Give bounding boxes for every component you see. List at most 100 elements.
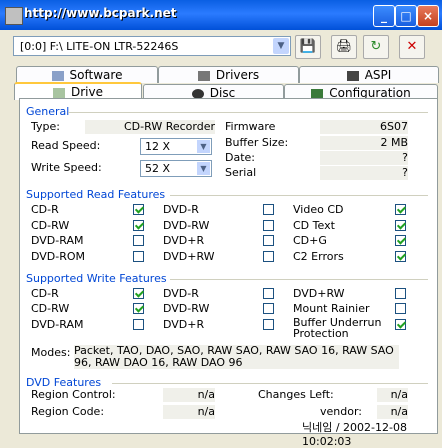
read-dvd-rom-label: DVD-ROM [31, 250, 86, 263]
printer-icon: 🖨 [335, 39, 353, 54]
write-mount-rainier-checkbox[interactable] [395, 303, 406, 314]
write-dvd-ram-checkbox[interactable] [133, 319, 144, 330]
write-mount-rainier-label: Mount Rainier [293, 302, 370, 315]
write-dvd-r-label: DVD-R [163, 287, 199, 300]
read-dvd-rw-checkbox[interactable] [263, 220, 274, 231]
print-button[interactable]: 🖨 [331, 35, 357, 59]
window-title: http://www.bcpark.net [24, 6, 177, 20]
title-bar: http://www.bcpark.net _ □ × [0, 0, 442, 30]
read-speed-select[interactable]: 12 X ▼ [140, 138, 212, 155]
read-video-cd-checkbox[interactable] [395, 204, 406, 215]
divider [170, 195, 428, 196]
write-buffer-underrun-label: Buffer Underrun Protection [293, 316, 382, 340]
maximize-button[interactable]: □ [395, 5, 417, 27]
close-button[interactable]: × [417, 5, 439, 27]
read-c2-errors-label: C2 Errors [293, 250, 344, 263]
vendor-label: vendor: [320, 405, 362, 418]
read-dvd-plus-rw-label: DVD+RW [163, 250, 215, 263]
exit-button[interactable]: ✕ [399, 35, 425, 59]
firmware-value: 6S07 [380, 120, 408, 133]
write-dvd-plus-rw-label: DVD+RW [293, 287, 345, 300]
type-value: CD-RW Recorder [124, 120, 215, 133]
tab-drivers[interactable]: Drivers [158, 66, 299, 83]
watermark-caption: 닉네임 / 2002-12-08 10:02:03 [302, 421, 407, 448]
chevron-down-icon: ▼ [197, 140, 210, 153]
write-buffer-underrun-checkbox[interactable] [395, 319, 406, 330]
write-cd-rw-checkbox[interactable] [133, 303, 144, 314]
floppy-icon: 💾 [299, 39, 317, 54]
read-cd-text-label: CD Text [293, 219, 335, 232]
read-dvd-ram-checkbox[interactable] [133, 235, 144, 246]
aspi-icon [346, 70, 359, 81]
read-dvd-r-label: DVD-R [163, 203, 199, 216]
write-dvd-plus-r-checkbox[interactable] [263, 319, 274, 330]
read-dvd-plus-r-label: DVD+R [163, 234, 205, 247]
serial-label: Serial [225, 166, 257, 179]
disc-icon [191, 88, 204, 99]
write-dvd-r-checkbox[interactable] [263, 288, 274, 299]
write-dvd-rw-checkbox[interactable] [263, 303, 274, 314]
read-cd-g-checkbox[interactable] [395, 235, 406, 246]
type-label: Type: [31, 120, 60, 133]
app-icon [5, 7, 23, 25]
drive-select[interactable]: [0:0] F:\ LITE-ON LTR-52246S ▼ [13, 36, 291, 56]
write-dvd-ram-label: DVD-RAM [31, 318, 84, 331]
divider [68, 112, 428, 113]
write-speed-select[interactable]: 52 X ▼ [140, 160, 212, 177]
vendor-value: n/a [390, 405, 408, 418]
minimize-button[interactable]: _ [373, 5, 395, 27]
serial-value: ? [402, 166, 408, 179]
read-cd-text-checkbox[interactable] [395, 220, 406, 231]
read-dvd-rw-label: DVD-RW [163, 219, 210, 232]
drivers-icon [197, 70, 210, 81]
read-dvd-r-checkbox[interactable] [263, 204, 274, 215]
region-control-label: Region Control: [31, 388, 116, 401]
tab-software[interactable]: Software [16, 66, 158, 83]
write-cd-r-label: CD-R [31, 287, 59, 300]
read-cd-g-label: CD+G [293, 234, 327, 247]
refresh-button[interactable]: ↻ [363, 35, 389, 59]
read-cd-rw-checkbox[interactable] [133, 220, 144, 231]
drive-select-value: [0:0] F:\ LITE-ON LTR-52246S [20, 40, 179, 53]
refresh-icon: ↻ [370, 39, 382, 54]
changes-left-label: Changes Left: [258, 388, 334, 401]
date-label: Date: [225, 151, 255, 164]
buffer-value: 2 MB [380, 136, 408, 149]
chevron-down-icon[interactable]: ▼ [273, 38, 289, 54]
close-icon: ✕ [406, 39, 418, 54]
changes-left-value: n/a [390, 388, 408, 401]
read-c2-errors-checkbox[interactable] [395, 251, 406, 262]
read-dvd-ram-label: DVD-RAM [31, 234, 84, 247]
firmware-label: Firmware [225, 120, 276, 133]
region-control-value: n/a [197, 388, 215, 401]
write-dvd-rw-label: DVD-RW [163, 302, 210, 315]
write-speed-label: Write Speed: [31, 161, 102, 174]
save-button[interactable]: 💾 [295, 35, 321, 59]
divider [112, 383, 428, 384]
read-cd-r-checkbox[interactable] [133, 204, 144, 215]
region-code-value: n/a [197, 405, 215, 418]
read-dvd-plus-rw-checkbox[interactable] [263, 251, 274, 262]
chevron-down-icon: ▼ [197, 162, 210, 175]
write-cd-rw-label: CD-RW [31, 302, 70, 315]
read-speed-label: Read Speed: [31, 139, 101, 152]
software-icon [51, 70, 64, 81]
read-features-heading: Supported Read Features [26, 188, 166, 201]
divider [170, 279, 428, 280]
modes-value: Packet, TAO, DAO, SAO, RAW SAO, RAW SAO … [74, 345, 399, 369]
write-dvd-plus-r-label: DVD+R [163, 318, 205, 331]
write-dvd-plus-rw-checkbox[interactable] [395, 288, 406, 299]
tab-aspi[interactable]: ASPI [299, 66, 439, 83]
drive-icon [53, 87, 65, 98]
read-video-cd-label: Video CD [293, 203, 344, 216]
region-code-label: Region Code: [31, 405, 105, 418]
configuration-icon [311, 88, 324, 99]
drive-panel: General Type: CD-RW Recorder Read Speed:… [19, 98, 438, 434]
date-value: ? [402, 151, 408, 164]
buffer-label: Buffer Size: [225, 136, 289, 149]
read-dvd-plus-r-checkbox[interactable] [263, 235, 274, 246]
write-cd-r-checkbox[interactable] [133, 288, 144, 299]
modes-label: Modes: [31, 346, 71, 359]
read-cd-r-label: CD-R [31, 203, 59, 216]
read-dvd-rom-checkbox[interactable] [133, 251, 144, 262]
